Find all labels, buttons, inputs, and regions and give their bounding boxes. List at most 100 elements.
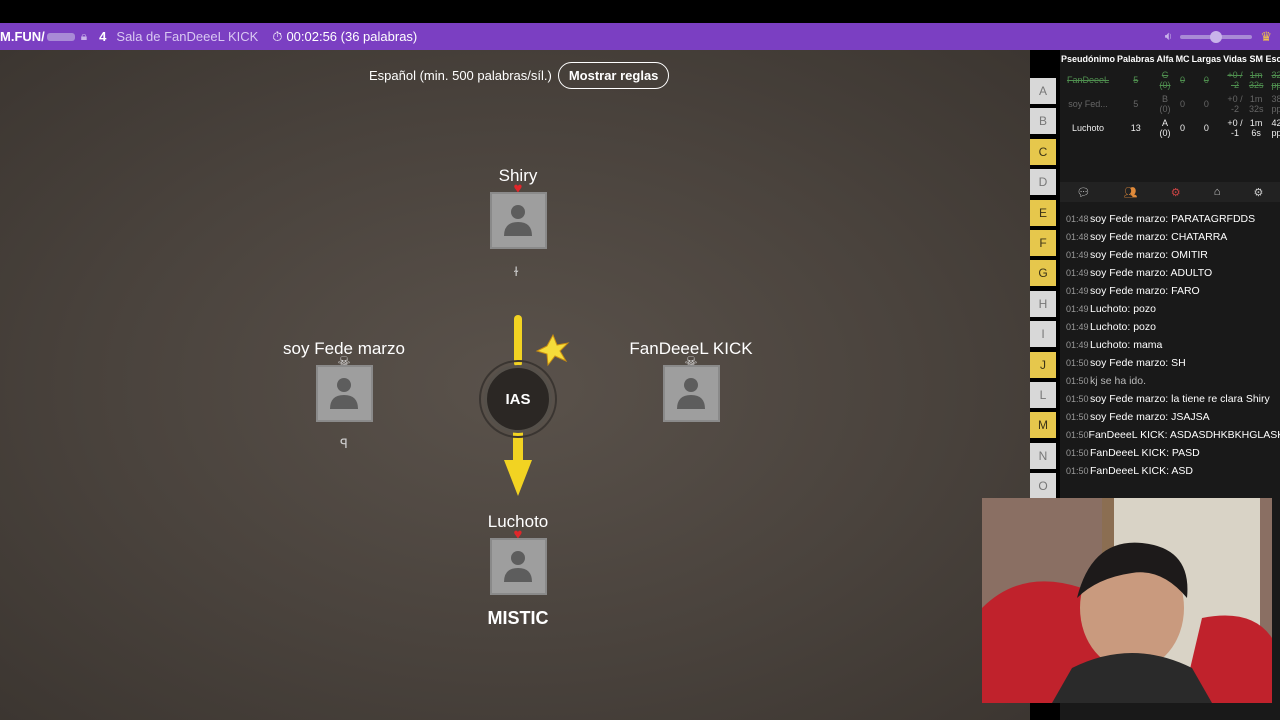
chat-timestamp: 01:49 <box>1066 286 1089 296</box>
score-header-cell[interactable]: MC <box>1175 50 1191 68</box>
chat-text: kj se ha ido. <box>1090 375 1147 387</box>
spark-star-icon <box>535 333 570 367</box>
chat-message: 01:48 soy Fede marzo: PARATAGRFDDS <box>1060 210 1280 228</box>
bonus-letter: E <box>1030 199 1056 226</box>
gear-icon[interactable]: ⚙︎ <box>1254 186 1264 199</box>
score-header-cell[interactable]: Largas <box>1191 50 1223 68</box>
score-cell: C (0) <box>1159 70 1171 90</box>
score-cell: 1m 6s <box>1249 118 1263 138</box>
home-icon[interactable]: ⌂ <box>1214 186 1221 198</box>
settings-icon[interactable]: ⚙︎ <box>1171 186 1181 199</box>
player-right: FanDeeeL KICK ☠ <box>591 339 791 422</box>
chat-timestamp: 01:49 <box>1066 268 1089 278</box>
score-cell: Luchoto <box>1071 123 1105 133</box>
chat-text: soy Fede marzo: ADULTO <box>1090 267 1213 279</box>
crown-icon[interactable]: ♛ <box>1260 29 1272 45</box>
chat-message: 01:49 Luchoto: pozo <box>1060 318 1280 336</box>
bonus-letter: N <box>1030 442 1056 469</box>
score-cell: B (0) <box>1159 94 1171 114</box>
chat-text: soy Fede marzo: la tiene re clara Shiry <box>1090 393 1270 405</box>
chat-text: Luchoto: mama <box>1090 339 1163 351</box>
score-header-cell[interactable]: Vidas <box>1222 50 1248 68</box>
chat-message: 01:49 Luchoto: mama <box>1060 336 1280 354</box>
volume-icon[interactable]: 🔉︎ <box>1165 29 1173 44</box>
stopwatch-icon: ⏱︎ <box>272 28 283 44</box>
bonus-letter: L <box>1030 381 1056 408</box>
chat-timestamp: 01:50 <box>1066 394 1089 404</box>
chat-message: 01:50 FanDeeeL KICK: PASD <box>1060 444 1280 462</box>
score-header-cell[interactable]: Escri <box>1264 50 1280 68</box>
score-cell: 0 <box>1180 123 1186 133</box>
score-table: Pseudónimo Palabras Alfa MC Largas Vidas SM Esc… <box>1060 50 1280 140</box>
chat-text: Luchoto: pozo <box>1090 321 1156 333</box>
window-top-edge <box>0 0 1280 23</box>
chat-text: soy Fede marzo: PARATAGRFDDS <box>1090 213 1256 225</box>
chat-timestamp: 01:49 <box>1066 304 1089 314</box>
chat-message: 01:50 soy Fede marzo: la tiene re clara S… <box>1060 390 1280 408</box>
volume-slider[interactable] <box>1180 30 1253 43</box>
score-cell: 0 <box>1180 99 1186 109</box>
bonus-letter: B <box>1030 108 1056 135</box>
score-cell: 0 <box>1203 123 1209 133</box>
chat-log: 01:48 soy Fede marzo: PARATAGRFDDS 01:48 so… <box>1060 210 1280 480</box>
score-cell: 0 <box>1203 75 1209 85</box>
chat-message: 01:49 soy Fede marzo: ADULTO <box>1060 264 1280 282</box>
current-word: MISTIC <box>487 608 549 628</box>
score-cell: 0 <box>1180 75 1186 85</box>
bonus-letter: I <box>1030 321 1056 348</box>
chat-message: 01:48 soy Fede marzo: CHATARRA <box>1060 228 1280 246</box>
score-cell: soy Fed... <box>1068 99 1108 109</box>
site-name[interactable]: M.FUN/ <box>0 29 45 44</box>
chat-text: soy Fede marzo: SH <box>1090 357 1186 369</box>
chat-timestamp: 01:49 <box>1066 250 1089 260</box>
score-cell: +0 / -2 <box>1227 94 1243 114</box>
bonus-letter: H <box>1030 290 1056 317</box>
chat-timestamp: 01:48 <box>1066 232 1089 242</box>
score-cell: +0 / -2 <box>1227 70 1243 90</box>
chat-message: 01:50 FanDeeeL KICK: ASD <box>1060 462 1280 480</box>
game-timer: 00:02:56 (36 palabras) <box>286 29 418 44</box>
score-cell: 13 <box>1130 123 1141 133</box>
score-row: FanDeeeL 5 C (0) 0 0 +0 / -2 1m 32s 32 pp <box>1060 68 1280 92</box>
chat-timestamp: 01:49 <box>1066 340 1089 350</box>
score-row: soy Fed... 5 B (0) 0 0 +0 / -2 1m 32s 38 pp <box>1060 92 1280 116</box>
chat-text: FanDeeeL KICK: PASD <box>1090 447 1200 459</box>
person-icon <box>503 551 532 582</box>
player-bottom: Luchoto ♥ <box>418 512 618 595</box>
score-header-cell[interactable]: Alfa <box>1156 50 1175 68</box>
person-icon <box>676 378 705 409</box>
score-header-cell[interactable]: Palabras <box>1116 50 1156 68</box>
score-cell: A (0) <box>1159 118 1171 138</box>
score-cell: +0 / -1 <box>1227 118 1243 138</box>
chat-text: FanDeeeL KICK: ASD <box>1090 465 1193 477</box>
bonus-letters: ABCDEFGHIJLMNO <box>1030 78 1058 503</box>
score-header-cell[interactable]: Pseudónimo <box>1060 50 1116 68</box>
chat-timestamp: 01:50 <box>1066 448 1089 458</box>
chat-message: 01:50 kj se ha ido. <box>1060 372 1280 390</box>
webcam-overlay <box>982 498 1272 703</box>
score-header-cell[interactable]: SM <box>1248 50 1265 68</box>
avatar <box>489 538 547 595</box>
score-cell: 1m 32s <box>1248 70 1264 90</box>
arrow-head <box>504 460 532 496</box>
game-board: Español (min. 500 palabras/síl.) Mostrar… <box>0 50 1030 720</box>
avatar <box>662 365 720 422</box>
chat-message: 01:50 soy Fede marzo: JSAJSA <box>1060 408 1280 426</box>
volume-slider-knob[interactable] <box>1210 30 1223 43</box>
chat-icon[interactable]: 💬︎ <box>1077 186 1091 199</box>
header-controls: 🔉︎ ♛ <box>1165 23 1272 50</box>
chat-timestamp: 01:50 <box>1066 430 1089 440</box>
players-icon[interactable]: 👥︎ <box>1124 186 1138 199</box>
player-top: Shiry ♥ <box>418 166 618 249</box>
redacted-room-code <box>46 32 75 41</box>
webcam-image <box>982 498 1272 703</box>
chat-message: 01:49 soy Fede marzo: FARO <box>1060 282 1280 300</box>
chat-timestamp: 01:50 <box>1066 412 1089 422</box>
score-cell: 5 <box>1133 99 1139 109</box>
score-header-row: Pseudónimo Palabras Alfa MC Largas Vidas SM Esc… <box>1060 50 1280 68</box>
lock-icon: 🔒︎ <box>80 29 88 43</box>
chat-text: Luchoto: pozo <box>1090 303 1156 315</box>
chat-message: 01:49 soy Fede marzo: OMITIR <box>1060 246 1280 264</box>
bonus-letter: J <box>1030 351 1056 378</box>
score-cell: 32 pp <box>1271 70 1280 90</box>
